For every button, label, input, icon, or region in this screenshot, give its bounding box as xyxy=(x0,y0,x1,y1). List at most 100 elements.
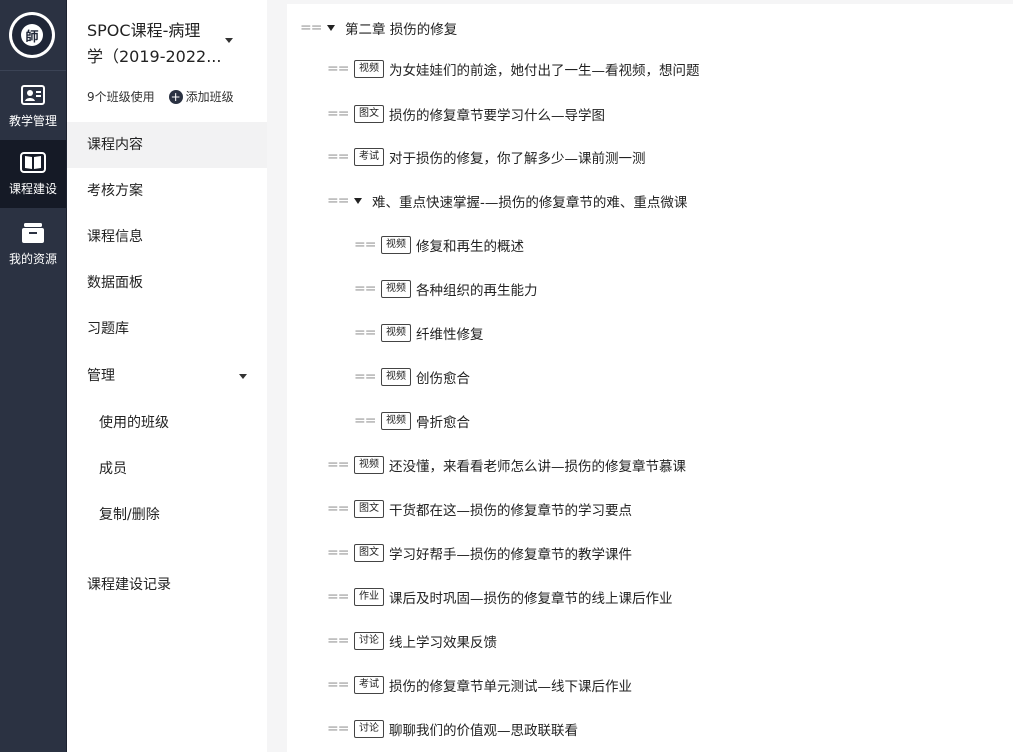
item-title: 修复和再生的概述 xyxy=(416,239,524,255)
menu-members[interactable]: 成员 xyxy=(67,446,267,492)
drag-handle-icon[interactable]: == xyxy=(327,545,349,561)
teaching-management-icon xyxy=(20,84,46,106)
item-title: 损伤的修复章节要学习什么—导学图 xyxy=(389,108,605,124)
drag-handle-icon[interactable]: == xyxy=(327,589,349,605)
menu-course-content[interactable]: 课程内容 xyxy=(67,122,267,168)
drag-handle-icon[interactable]: == xyxy=(327,193,349,209)
item-title: 线上学习效果反馈 xyxy=(389,635,497,651)
course-outline: == 第二章 损伤的修复 == 视频 为女娃娃们的前途，她付出了一生—看视频，想… xyxy=(287,4,1013,752)
resource-box-icon xyxy=(20,222,46,244)
drag-handle-icon[interactable]: == xyxy=(327,721,349,737)
menu-manage[interactable]: 管理 xyxy=(67,353,267,399)
course-title-line2: 学（2019-2022... xyxy=(87,47,222,66)
item-title: 学习好帮手—损伤的修复章节的教学课件 xyxy=(389,547,632,563)
item-title: 各种组织的再生能力 xyxy=(416,283,538,299)
rail-divider xyxy=(0,70,66,71)
drag-handle-icon[interactable]: == xyxy=(354,369,376,385)
outline-item[interactable]: == 视频 修复和再生的概述 xyxy=(354,234,524,256)
outline-subsection[interactable]: == 难、重点快速掌握-—损伤的修复章节的难、重点微课 xyxy=(327,190,687,212)
menu-course-info[interactable]: 课程信息 xyxy=(67,214,267,260)
item-type-tag: 讨论 xyxy=(354,720,384,738)
menu-copy-delete[interactable]: 复制/删除 xyxy=(67,492,267,538)
item-type-tag: 视频 xyxy=(381,236,411,254)
outline-item[interactable]: == 讨论 线上学习效果反馈 xyxy=(327,630,497,652)
course-title[interactable]: SPOC课程-病理 学（2019-2022... xyxy=(87,18,227,70)
chapter-title: 第二章 损伤的修复 xyxy=(345,22,458,38)
item-title: 为女娃娃们的前途，她付出了一生—看视频，想问题 xyxy=(389,63,700,79)
outline-item[interactable]: == 考试 损伤的修复章节单元测试—线下课后作业 xyxy=(327,674,632,696)
drag-handle-icon[interactable]: == xyxy=(327,149,349,165)
item-type-tag: 作业 xyxy=(354,588,384,606)
app-rail: 師 教学管理 课程建设 我的资源 xyxy=(0,0,67,752)
outline-item[interactable]: == 图文 学习好帮手—损伤的修复章节的教学课件 xyxy=(327,542,632,564)
item-title: 还没懂，来看看老师怎么讲—损伤的修复章节慕课 xyxy=(389,459,686,475)
menu-question-bank[interactable]: 习题库 xyxy=(67,306,267,352)
book-icon xyxy=(20,151,46,174)
item-type-tag: 视频 xyxy=(354,456,384,474)
menu-build-log[interactable]: 课程建设记录 xyxy=(67,562,267,608)
item-title: 纤维性修复 xyxy=(416,327,484,343)
add-class-button[interactable]: + 添加班级 xyxy=(168,88,234,105)
item-title: 对于损伤的修复，你了解多少—课前测一测 xyxy=(389,151,646,167)
item-type-tag: 视频 xyxy=(381,368,411,386)
add-class-label: 添加班级 xyxy=(185,90,234,104)
chapter-row[interactable]: == 第二章 损伤的修复 xyxy=(300,17,457,39)
item-type-tag: 视频 xyxy=(354,60,384,78)
outline-item[interactable]: == 考试 对于损伤的修复，你了解多少—课前测一测 xyxy=(327,146,646,168)
outline-item[interactable]: == 视频 创伤愈合 xyxy=(354,366,470,388)
item-title: 骨折愈合 xyxy=(416,415,470,431)
rail-item-label: 教学管理 xyxy=(8,113,57,128)
drag-handle-icon[interactable]: == xyxy=(327,677,349,693)
course-sidebar: SPOC课程-病理 学（2019-2022... 9个班级使用 + 添加班级 课… xyxy=(67,0,267,752)
subsection-title: 难、重点快速掌握-—损伤的修复章节的难、重点微课 xyxy=(372,195,688,211)
item-title: 聊聊我们的价值观—思政联联看 xyxy=(389,723,578,739)
outline-item[interactable]: == 作业 课后及时巩固—损伤的修复章节的线上课后作业 xyxy=(327,586,673,608)
drag-handle-icon[interactable]: == xyxy=(327,501,349,517)
item-type-tag: 考试 xyxy=(354,676,384,694)
class-count[interactable]: 9个班级使用 xyxy=(87,88,155,105)
rail-item-label: 课程建设 xyxy=(8,181,57,196)
rail-item-label: 我的资源 xyxy=(8,251,57,266)
outline-item[interactable]: == 图文 损伤的修复章节要学习什么—导学图 xyxy=(327,103,605,125)
item-type-tag: 图文 xyxy=(354,500,384,518)
drag-handle-icon[interactable]: == xyxy=(327,457,349,473)
drag-handle-icon[interactable]: == xyxy=(354,325,376,341)
university-logo[interactable]: 師 xyxy=(9,12,55,58)
menu-data-dashboard[interactable]: 数据面板 xyxy=(67,260,267,306)
menu-used-classes[interactable]: 使用的班级 xyxy=(67,400,267,446)
plus-icon: + xyxy=(168,89,183,104)
logo-seal-icon: 師 xyxy=(21,24,43,46)
outline-item[interactable]: == 图文 干货都在这—损伤的修复章节的学习要点 xyxy=(327,498,632,520)
item-type-tag: 视频 xyxy=(381,412,411,430)
item-title: 干货都在这—损伤的修复章节的学习要点 xyxy=(389,503,632,519)
item-type-tag: 视频 xyxy=(381,280,411,298)
item-title: 创伤愈合 xyxy=(416,371,470,387)
menu-manage-label: 管理 xyxy=(87,368,115,384)
drag-handle-icon[interactable]: == xyxy=(327,633,349,649)
rail-item-my-resources[interactable]: 我的资源 xyxy=(0,210,66,278)
rail-item-teaching-management[interactable]: 教学管理 xyxy=(0,72,66,140)
item-type-tag: 讨论 xyxy=(354,632,384,650)
class-info-row: 9个班级使用 + 添加班级 xyxy=(87,88,234,105)
item-type-tag: 图文 xyxy=(354,105,384,123)
outline-item[interactable]: == 视频 纤维性修复 xyxy=(354,322,484,344)
rail-item-course-building[interactable]: 课程建设 xyxy=(0,140,66,208)
drag-handle-icon[interactable]: == xyxy=(327,61,349,77)
drag-handle-icon[interactable]: == xyxy=(327,106,349,122)
outline-item[interactable]: == 视频 还没懂，来看看老师怎么讲—损伤的修复章节慕课 xyxy=(327,454,686,476)
item-type-tag: 视频 xyxy=(381,324,411,342)
collapse-caret-icon[interactable] xyxy=(327,25,335,31)
outline-item[interactable]: == 视频 骨折愈合 xyxy=(354,410,470,432)
outline-item[interactable]: == 视频 各种组织的再生能力 xyxy=(354,278,538,300)
item-type-tag: 图文 xyxy=(354,544,384,562)
drag-handle-icon[interactable]: == xyxy=(354,413,376,429)
outline-item[interactable]: == 视频 为女娃娃们的前途，她付出了一生—看视频，想问题 xyxy=(327,58,700,80)
course-switch-caret-icon[interactable] xyxy=(225,38,233,43)
drag-handle-icon[interactable]: == xyxy=(300,20,322,36)
outline-item[interactable]: == 讨论 聊聊我们的价值观—思政联联看 xyxy=(327,718,578,740)
menu-assessment-plan[interactable]: 考核方案 xyxy=(67,168,267,214)
drag-handle-icon[interactable]: == xyxy=(354,237,376,253)
collapse-caret-icon[interactable] xyxy=(354,198,362,204)
drag-handle-icon[interactable]: == xyxy=(354,281,376,297)
item-type-tag: 考试 xyxy=(354,148,384,166)
